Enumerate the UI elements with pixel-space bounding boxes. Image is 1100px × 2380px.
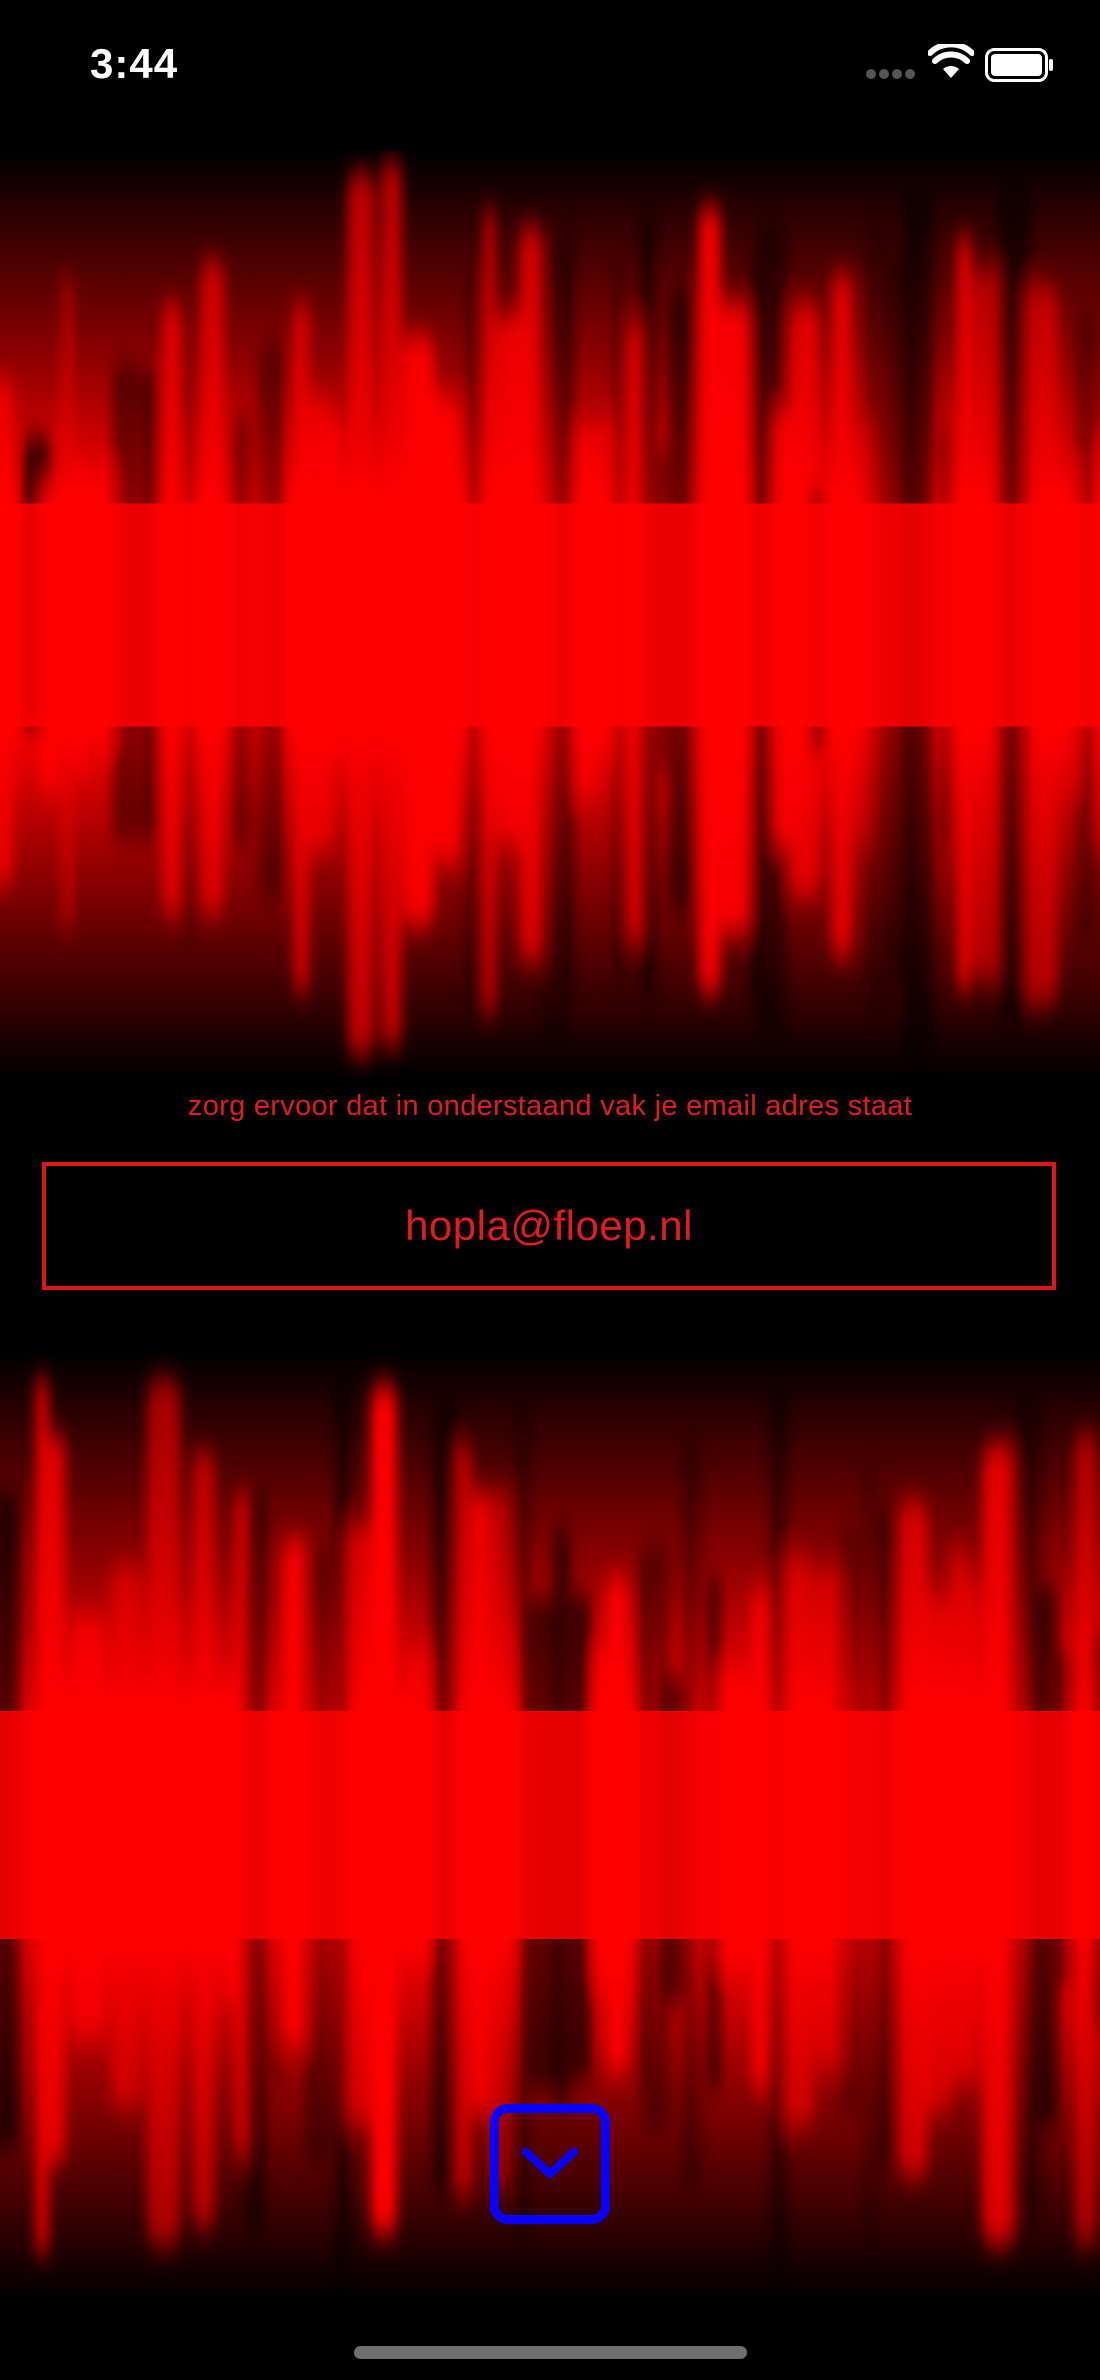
home-indicator — [354, 2346, 747, 2359]
status-time: 3:44 — [90, 40, 179, 87]
signal-dots-icon — [866, 69, 916, 81]
down-button[interactable] — [490, 2104, 610, 2224]
wifi-icon — [928, 44, 974, 78]
app-screen: 3:44 zorg ervoor dat in onderstaand vak … — [0, 0, 1100, 2380]
battery-icon — [985, 48, 1053, 82]
instruction-text: zorg ervoor dat in onderstaand vak je em… — [187, 1090, 913, 1122]
status-bar: 3:44 — [0, 0, 1100, 130]
email-value[interactable]: hopla@floep.nl — [405, 1202, 693, 1250]
top-red-streaks — [0, 150, 1100, 1080]
chevron-down-icon — [522, 2148, 578, 2178]
email-field[interactable]: hopla@floep.nl — [42, 1162, 1056, 1290]
